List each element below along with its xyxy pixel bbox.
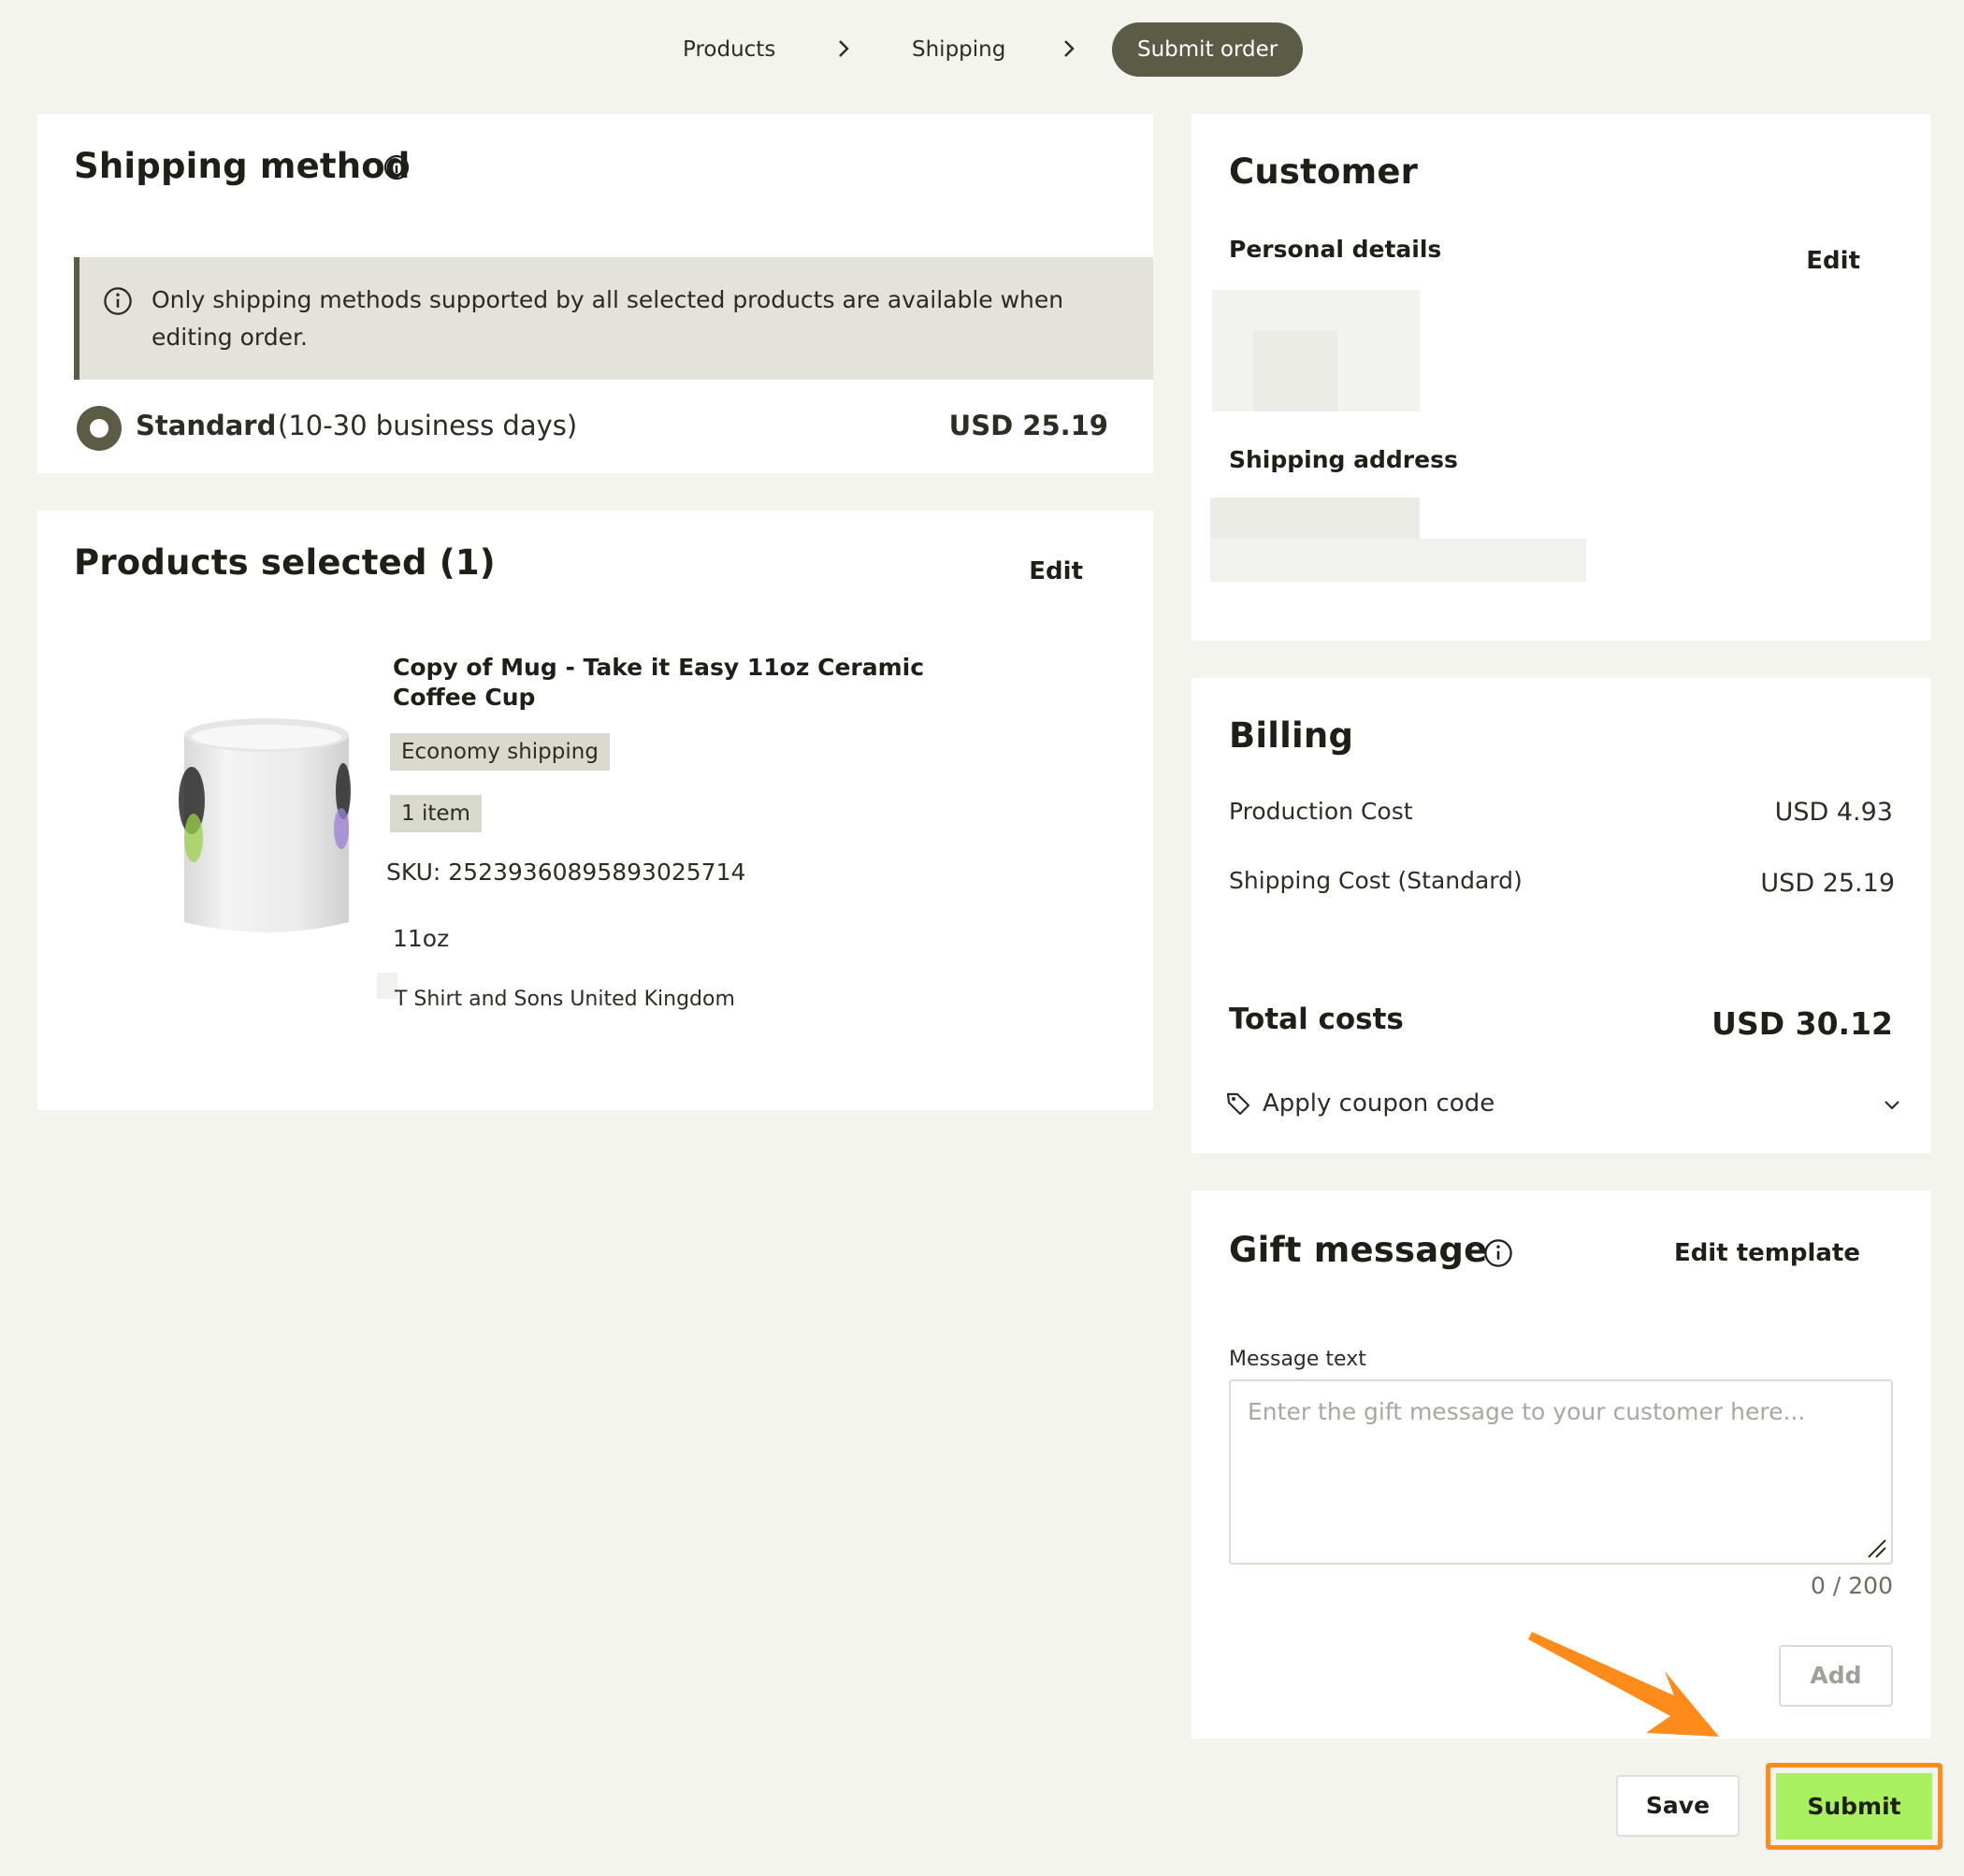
personal-details-label: Personal details bbox=[1229, 236, 1442, 263]
billing-card: Billing Production Cost USD 4.93 Shippin… bbox=[1191, 678, 1930, 1153]
shipping-option-name: Standard bbox=[136, 410, 277, 441]
save-button[interactable]: Save bbox=[1616, 1775, 1740, 1837]
chevron-right-icon bbox=[839, 40, 849, 57]
shipping-method-card: Shipping method Only shipping methods su… bbox=[37, 114, 1153, 473]
products-selected-card: Products selected (1) Edit Copy of Mug -… bbox=[37, 511, 1153, 1110]
chevron-down-icon bbox=[1885, 1101, 1899, 1110]
shipping-address-label: Shipping address bbox=[1229, 446, 1458, 473]
apply-coupon-toggle[interactable]: Apply coupon code bbox=[1225, 1080, 1902, 1127]
shipping-option-price: USD 25.19 bbox=[948, 410, 1108, 441]
shipping-tier-tag: Economy shipping bbox=[390, 733, 610, 771]
products-selected-title: Products selected (1) bbox=[74, 542, 496, 583]
quantity-tag: 1 item bbox=[390, 795, 482, 832]
info-icon bbox=[104, 287, 132, 315]
checkout-stepper: Products Shipping Submit order bbox=[0, 22, 1964, 77]
standard-shipping-radio[interactable] bbox=[77, 406, 122, 451]
product-thumbnail bbox=[179, 718, 351, 932]
product-sku: SKU: 25239360895893025714 bbox=[386, 859, 746, 886]
total-costs-label: Total costs bbox=[1229, 1003, 1404, 1036]
submit-highlight: Submit bbox=[1766, 1763, 1942, 1850]
annotation-arrow-icon bbox=[1528, 1632, 1719, 1737]
shipping-notice: Only shipping methods supported by all s… bbox=[74, 257, 1153, 380]
customer-card: Customer Personal details Edit Shipping … bbox=[1191, 114, 1930, 641]
chevron-right-icon bbox=[1064, 40, 1075, 57]
notice-text: Only shipping methods supported by all s… bbox=[152, 286, 1064, 351]
shipping-cost-value: USD 25.19 bbox=[1760, 869, 1895, 898]
coupon-label: Apply coupon code bbox=[1263, 1090, 1495, 1118]
gift-message-textarea[interactable] bbox=[1248, 1398, 1874, 1548]
step-submit-order[interactable]: Submit order bbox=[1112, 22, 1304, 77]
production-cost-value: USD 4.93 bbox=[1774, 798, 1893, 827]
step-products[interactable]: Products bbox=[683, 22, 775, 77]
message-text-label: Message text bbox=[1229, 1348, 1366, 1371]
edit-products-button[interactable]: Edit bbox=[1029, 557, 1083, 585]
shipping-method-title: Shipping method bbox=[74, 146, 411, 186]
info-icon[interactable] bbox=[383, 153, 411, 181]
shipping-cost-label: Shipping Cost (Standard) bbox=[1229, 867, 1523, 894]
info-icon[interactable] bbox=[1482, 1237, 1514, 1269]
redacted-shipping-address bbox=[1210, 498, 1420, 539]
production-cost-label: Production Cost bbox=[1229, 798, 1413, 825]
total-costs-value: USD 30.12 bbox=[1711, 1005, 1893, 1042]
edit-customer-button[interactable]: Edit bbox=[1806, 247, 1860, 275]
shipping-option-duration: (10-30 business days) bbox=[278, 410, 578, 441]
product-provider: T Shirt and Sons United Kingdom bbox=[395, 988, 735, 1011]
billing-title: Billing bbox=[1229, 715, 1354, 756]
resize-handle-icon[interactable] bbox=[1865, 1537, 1887, 1559]
customer-title: Customer bbox=[1229, 152, 1419, 192]
gift-message-textarea-wrapper bbox=[1229, 1379, 1893, 1565]
product-variant: 11oz bbox=[393, 925, 450, 952]
step-shipping[interactable]: Shipping bbox=[912, 22, 1005, 77]
gift-message-title: Gift message bbox=[1229, 1230, 1488, 1270]
tag-icon bbox=[1226, 1092, 1250, 1116]
character-counter: 0 / 200 bbox=[1811, 1572, 1893, 1599]
edit-template-button[interactable]: Edit template bbox=[1674, 1239, 1860, 1267]
submit-button[interactable]: Submit bbox=[1776, 1773, 1932, 1840]
product-name: Copy of Mug - Take it Easy 11oz Ceramic … bbox=[393, 654, 925, 711]
add-gift-message-button[interactable]: Add bbox=[1779, 1645, 1893, 1707]
